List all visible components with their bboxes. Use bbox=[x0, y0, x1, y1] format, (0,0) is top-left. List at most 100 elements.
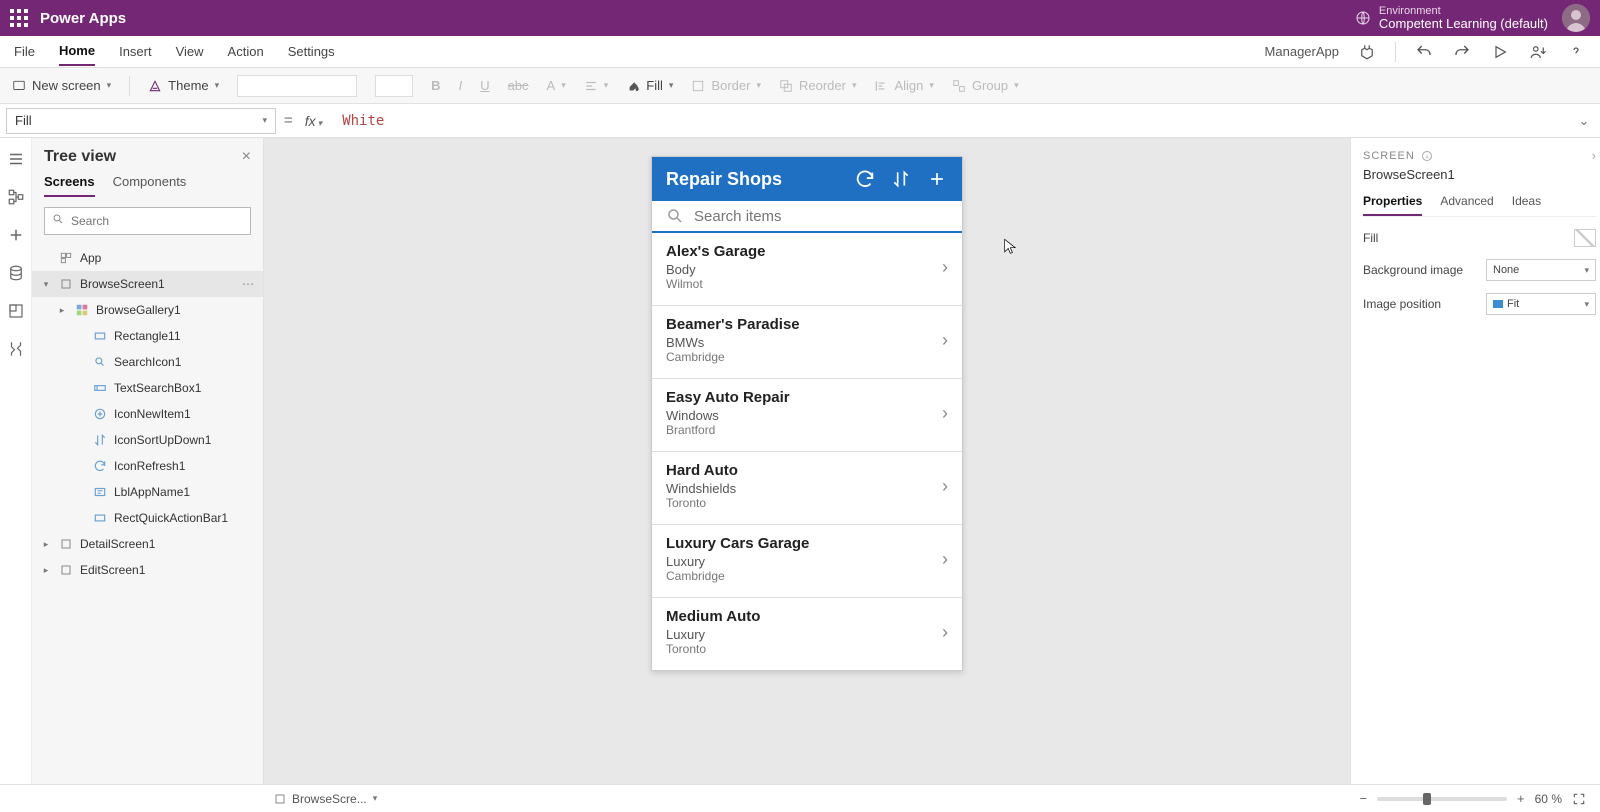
fullscreen-icon[interactable] bbox=[1572, 792, 1586, 806]
property-selector[interactable]: Fill ▾ bbox=[6, 108, 276, 134]
zoom-slider[interactable] bbox=[1377, 797, 1507, 801]
undo-icon[interactable] bbox=[1414, 42, 1434, 62]
zoom-out-button[interactable]: − bbox=[1359, 791, 1367, 806]
tab-screens[interactable]: Screens bbox=[44, 174, 95, 197]
chevron-right-icon[interactable]: › bbox=[942, 403, 948, 424]
tree-node-iconnewitem[interactable]: IconNewItem1 bbox=[32, 401, 263, 427]
gallery-item[interactable]: Luxury Cars GarageLuxuryCambridge› bbox=[652, 524, 962, 597]
textalign-button[interactable]: ▾ bbox=[584, 79, 609, 93]
tree-node-rectangle[interactable]: Rectangle11 bbox=[32, 323, 263, 349]
tree-node-browsegallery[interactable]: ▸ BrowseGallery1 bbox=[32, 297, 263, 323]
tree-search-input[interactable] bbox=[44, 207, 251, 235]
refresh-icon[interactable] bbox=[854, 168, 876, 190]
tab-properties[interactable]: Properties bbox=[1363, 190, 1422, 216]
tree-node-browsescreen[interactable]: ▾ BrowseScreen1 ⋯ bbox=[32, 271, 263, 297]
gallery-item[interactable]: Easy Auto RepairWindowsBrantford› bbox=[652, 378, 962, 451]
tools-icon[interactable] bbox=[7, 340, 25, 358]
zoom-thumb[interactable] bbox=[1423, 793, 1431, 805]
data-icon[interactable] bbox=[7, 264, 25, 282]
phone-search[interactable] bbox=[652, 201, 962, 233]
strike-button[interactable]: abc bbox=[508, 78, 529, 93]
environment-selector[interactable]: Environment Competent Learning (default) bbox=[1355, 5, 1548, 31]
element-type-label: SCREEN bbox=[1363, 150, 1415, 162]
formula-input[interactable] bbox=[334, 108, 1566, 134]
gallery-item[interactable]: Hard AutoWindshieldsToronto› bbox=[652, 451, 962, 524]
reorder-button[interactable]: Reorder ▾ bbox=[779, 78, 857, 93]
caret-right-icon[interactable]: ▸ bbox=[40, 565, 52, 576]
caret-down-icon[interactable]: ▾ bbox=[40, 279, 52, 290]
close-icon[interactable]: × bbox=[242, 148, 251, 166]
bold-button[interactable]: B bbox=[431, 78, 440, 93]
fx-icon[interactable]: fx▾ bbox=[301, 113, 326, 129]
tree-node-iconrefresh[interactable]: IconRefresh1 bbox=[32, 453, 263, 479]
chevron-right-icon[interactable]: › bbox=[942, 330, 948, 351]
sort-icon[interactable] bbox=[890, 168, 912, 190]
tree-view-icon[interactable] bbox=[7, 188, 25, 206]
chevron-down-icon[interactable]: ▾ bbox=[373, 793, 378, 804]
underline-button[interactable]: U bbox=[480, 78, 489, 93]
canvas[interactable]: Repair Shops Alex's GarageBodyWilmot›Bea… bbox=[264, 138, 1350, 784]
tree-search[interactable] bbox=[44, 207, 251, 235]
tree-node-detailscreen[interactable]: ▸ DetailScreen1 bbox=[32, 531, 263, 557]
tab-ideas[interactable]: Ideas bbox=[1512, 190, 1541, 216]
redo-icon[interactable] bbox=[1452, 42, 1472, 62]
menu-action[interactable]: Action bbox=[228, 38, 264, 65]
chevron-right-icon[interactable]: › bbox=[942, 622, 948, 643]
app-launcher-icon[interactable] bbox=[10, 9, 28, 27]
tree-node-app[interactable]: App bbox=[32, 245, 263, 271]
breadcrumb[interactable]: BrowseScre... bbox=[292, 792, 367, 806]
caret-right-icon[interactable]: ▸ bbox=[40, 539, 52, 550]
new-screen-button[interactable]: New screen ▾ bbox=[12, 78, 111, 93]
tab-components[interactable]: Components bbox=[113, 174, 187, 197]
menu-view[interactable]: View bbox=[176, 38, 204, 65]
tree-node-textsearchbox[interactable]: TextSearchBox1 bbox=[32, 375, 263, 401]
border-button[interactable]: Border ▾ bbox=[691, 78, 761, 93]
fill-swatch[interactable] bbox=[1574, 229, 1596, 247]
chevron-right-icon[interactable]: › bbox=[942, 476, 948, 497]
media-icon[interactable] bbox=[7, 302, 25, 320]
insert-icon[interactable] bbox=[7, 226, 25, 244]
tab-advanced[interactable]: Advanced bbox=[1440, 190, 1493, 216]
hamburger-icon[interactable] bbox=[7, 150, 25, 168]
menu-file[interactable]: File bbox=[14, 38, 35, 65]
gallery-item[interactable]: Alex's GarageBodyWilmot› bbox=[652, 233, 962, 305]
tree-node-searchicon[interactable]: SearchIcon1 bbox=[32, 349, 263, 375]
bgimg-select[interactable]: None ▾ bbox=[1486, 259, 1596, 281]
align-button[interactable]: Align ▾ bbox=[874, 78, 933, 93]
fill-button[interactable]: Fill ▾ bbox=[626, 78, 673, 93]
caret-right-icon[interactable]: ▸ bbox=[56, 305, 68, 316]
help-icon[interactable] bbox=[1566, 42, 1586, 62]
tree-node-lblappname[interactable]: LblAppName1 bbox=[32, 479, 263, 505]
chevron-right-icon[interactable]: › bbox=[1592, 148, 1596, 163]
gallery-item[interactable]: Beamer's ParadiseBMWsCambridge› bbox=[652, 305, 962, 378]
play-icon[interactable] bbox=[1490, 42, 1510, 62]
fontsize-select[interactable] bbox=[375, 75, 413, 97]
add-icon[interactable] bbox=[926, 168, 948, 190]
app-checker-icon[interactable] bbox=[1357, 42, 1377, 62]
italic-button[interactable]: I bbox=[459, 78, 463, 93]
tree-node-rectquickaction[interactable]: RectQuickActionBar1 bbox=[32, 505, 263, 531]
zoom-in-button[interactable]: + bbox=[1517, 791, 1525, 806]
tree-node-iconsort[interactable]: IconSortUpDown1 bbox=[32, 427, 263, 453]
theme-button[interactable]: Theme ▾ bbox=[148, 78, 219, 93]
avatar[interactable] bbox=[1562, 4, 1590, 32]
imgpos-select[interactable]: Fit ▾ bbox=[1486, 293, 1596, 315]
info-icon[interactable] bbox=[1421, 150, 1433, 162]
chevron-right-icon[interactable]: › bbox=[942, 549, 948, 570]
formula-expand-icon[interactable]: ⌄ bbox=[1574, 113, 1594, 129]
chevron-right-icon[interactable]: › bbox=[942, 257, 948, 278]
fontcolor-button[interactable]: A▾ bbox=[547, 78, 566, 93]
phone-frame[interactable]: Repair Shops Alex's GarageBodyWilmot›Bea… bbox=[651, 156, 963, 671]
gallery-item[interactable]: Medium AutoLuxuryToronto› bbox=[652, 597, 962, 670]
phone-search-input[interactable] bbox=[694, 208, 948, 225]
menu-home[interactable]: Home bbox=[59, 37, 95, 66]
group-button[interactable]: Group ▾ bbox=[952, 78, 1019, 93]
tree-node-editscreen[interactable]: ▸ EditScreen1 bbox=[32, 557, 263, 583]
share-icon[interactable] bbox=[1528, 42, 1548, 62]
font-select[interactable] bbox=[237, 75, 357, 97]
props-tabs: Properties Advanced Ideas bbox=[1363, 190, 1596, 217]
menu-insert[interactable]: Insert bbox=[119, 38, 152, 65]
app-name-label[interactable]: ManagerApp bbox=[1265, 44, 1339, 59]
menu-settings[interactable]: Settings bbox=[288, 38, 335, 65]
more-icon[interactable]: ⋯ bbox=[242, 277, 255, 291]
